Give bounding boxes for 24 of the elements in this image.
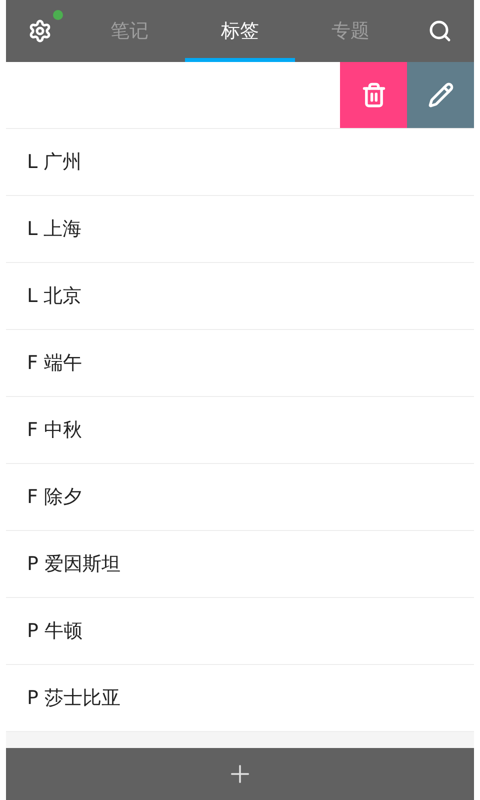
tag-label: L 北京 (27, 284, 82, 309)
pencil-icon (428, 82, 454, 108)
tag-label: L 上海 (27, 217, 82, 242)
tag-row[interactable]: F 除夕 (6, 464, 474, 531)
tag-row[interactable]: L 北京 (6, 263, 474, 330)
tag-label: F 端午 (27, 351, 82, 376)
trash-icon (360, 82, 386, 108)
tag-label: L 广州 (27, 150, 82, 175)
tab[interactable]: 标签 (184, 0, 296, 62)
delete-button[interactable] (340, 62, 407, 128)
tag-row[interactable]: F 端午 (6, 330, 474, 397)
tag-row[interactable]: L 广州 (6, 129, 474, 196)
settings-icon (28, 19, 52, 43)
tag-label: P 爱因斯坦 (27, 552, 120, 577)
tag-label: P 牛顿 (27, 619, 82, 644)
tag-row[interactable]: F 中秋 (6, 397, 474, 464)
edit-button[interactable] (407, 62, 474, 128)
tag-row[interactable]: P 牛顿 (6, 598, 474, 665)
tag-label: F 除夕 (27, 485, 82, 510)
search-icon (428, 19, 452, 43)
tag-label: F 中秋 (27, 418, 82, 443)
tag-row[interactable]: L 上海 (6, 196, 474, 263)
tag-label: P 莎士比亚 (27, 686, 120, 711)
tag-row[interactable]: P 爱因斯坦 (6, 531, 474, 598)
